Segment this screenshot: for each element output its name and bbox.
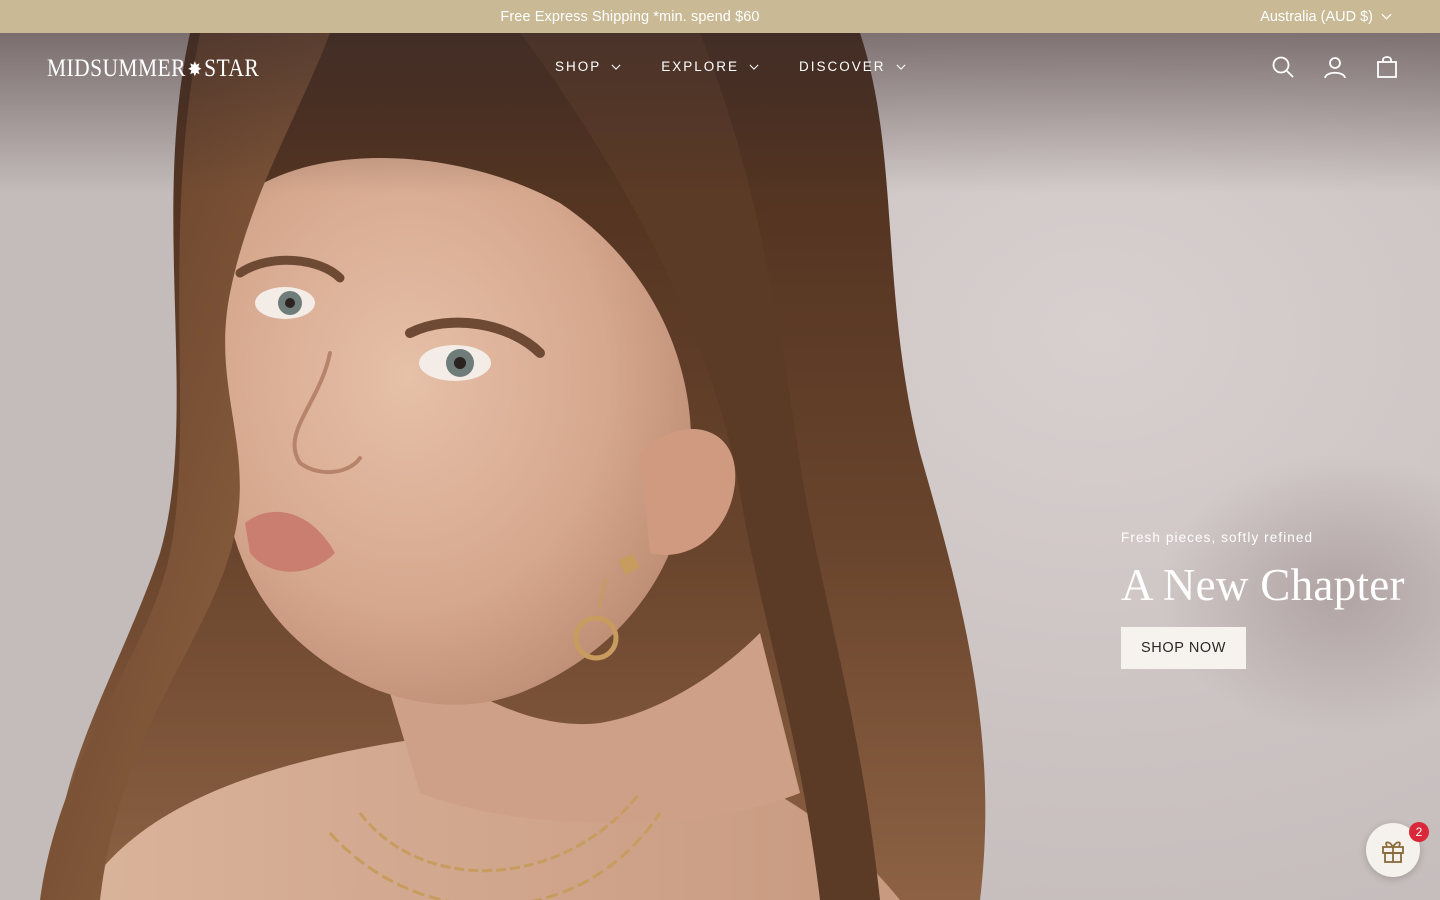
logo-text-left: MIDSUMMER (47, 55, 186, 82)
hero-eyebrow: Fresh pieces, softly refined (1121, 530, 1314, 545)
gift-badge-count: 2 (1409, 822, 1429, 842)
nav-shop-label: SHOP (555, 59, 602, 74)
header-icons (1271, 55, 1399, 79)
chevron-down-icon (1381, 13, 1392, 20)
chevron-down-icon (896, 64, 906, 70)
nav-discover[interactable]: DISCOVER (799, 59, 906, 74)
nav-discover-label: DISCOVER (799, 59, 886, 74)
announcement-text[interactable]: Free Express Shipping *min. spend $60 (0, 9, 1260, 25)
cart-button[interactable] (1375, 55, 1399, 79)
main-nav: SHOP EXPLORE DISCOVER (555, 59, 906, 74)
shop-now-button[interactable]: SHOP NOW (1121, 627, 1247, 669)
search-button[interactable] (1271, 55, 1295, 79)
account-button[interactable] (1323, 55, 1347, 79)
currency-selector[interactable]: Australia (AUD $) (1260, 0, 1392, 33)
announcement-bar: Free Express Shipping *min. spend $60 Au… (0, 0, 1440, 33)
cart-icon (1377, 56, 1397, 78)
chevron-down-icon (611, 64, 621, 70)
nav-explore[interactable]: EXPLORE (661, 59, 759, 74)
account-icon (1324, 57, 1346, 79)
search-icon (1272, 56, 1294, 78)
gift-icon (1382, 841, 1404, 863)
currency-label: Australia (AUD $) (1260, 8, 1373, 25)
hero-banner: Fresh pieces, softly refined A New Chapt… (0, 33, 1440, 900)
chevron-down-icon (749, 64, 759, 70)
hero-copy: Fresh pieces, softly refined A New Chapt… (1121, 530, 1421, 669)
brand-logo[interactable]: MIDSUMMER ✸ STAR (47, 54, 259, 84)
nav-shop[interactable]: SHOP (555, 59, 621, 74)
logo-text-right: STAR (204, 55, 260, 82)
logo-star: ✸ (187, 58, 203, 81)
site-header: MIDSUMMER ✸ STAR SHOP EXPLORE DISCOVER (0, 33, 1440, 105)
nav-explore-label: EXPLORE (661, 59, 740, 74)
hero-headline: A New Chapter (1121, 560, 1405, 610)
